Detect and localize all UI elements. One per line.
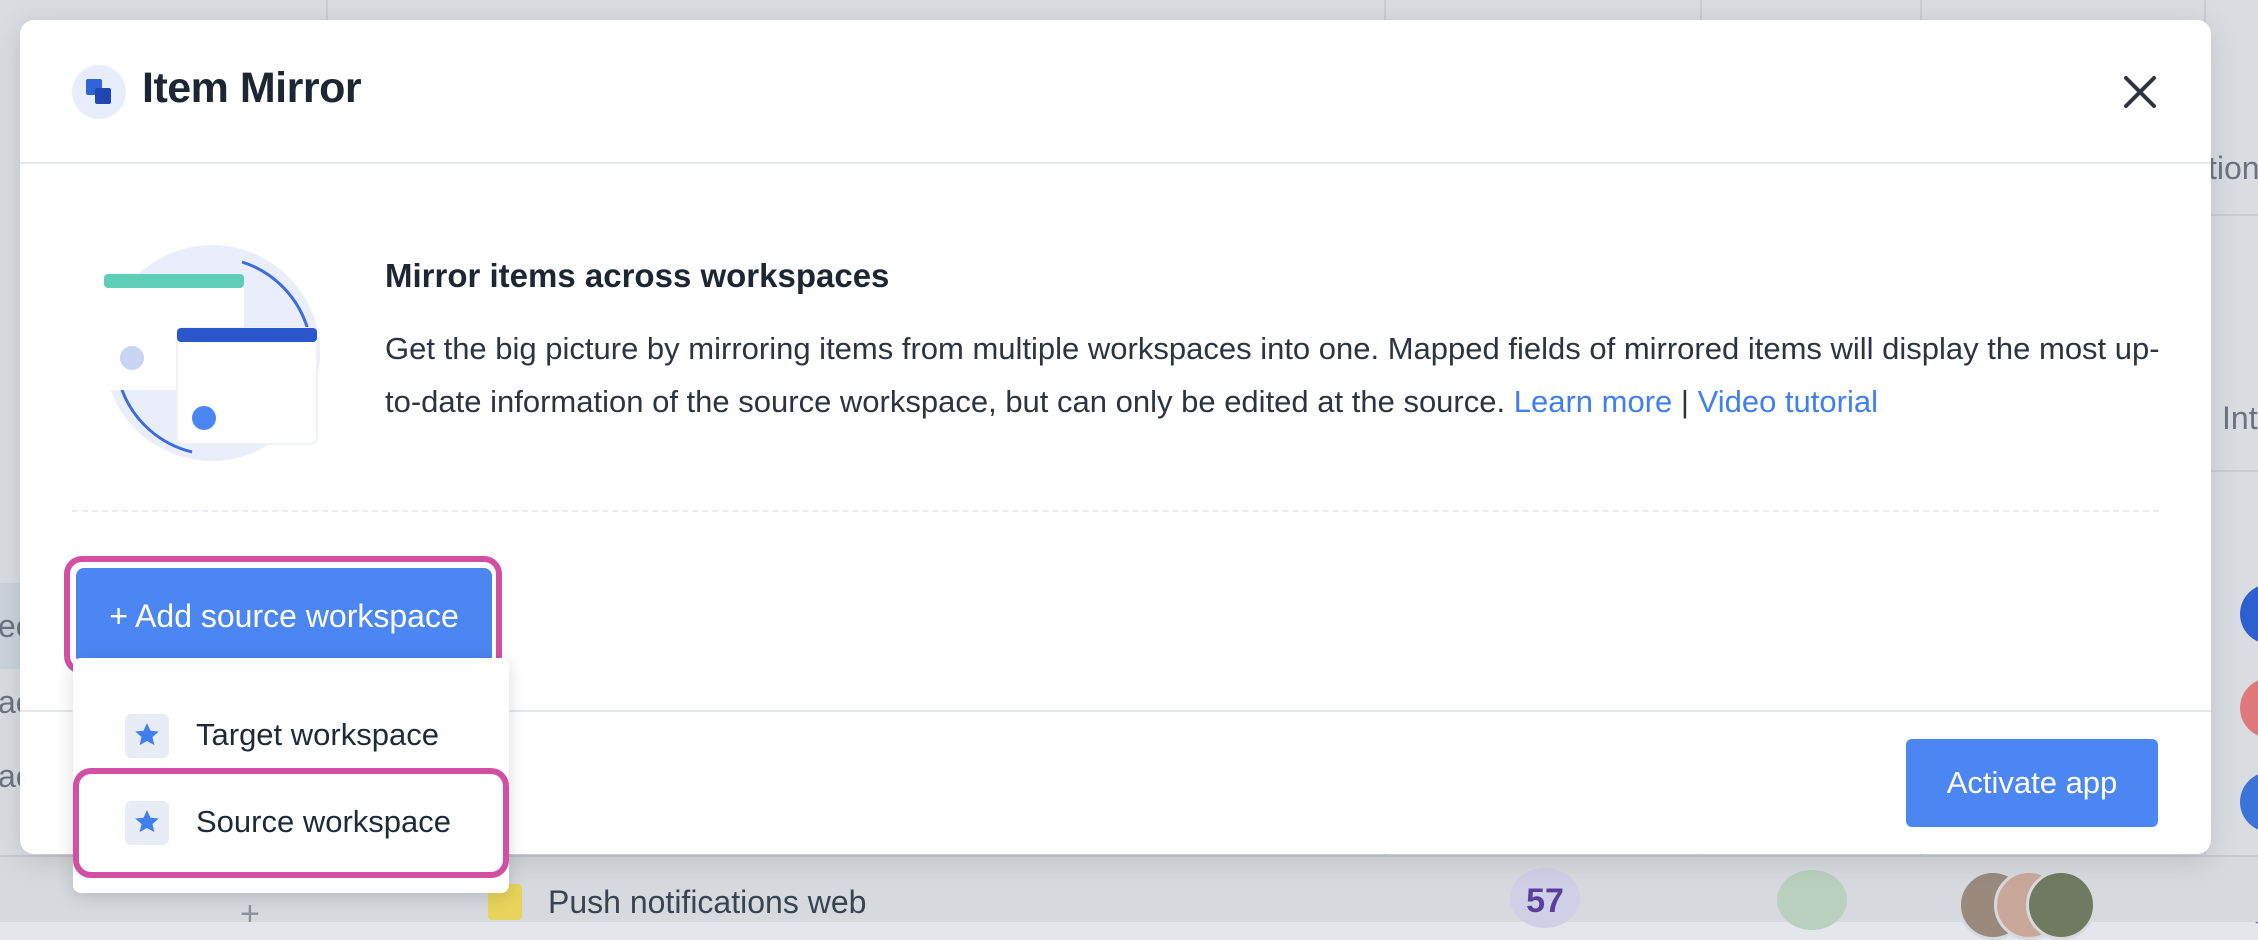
item-mirror-logo-icon <box>72 65 126 119</box>
section-divider <box>72 510 2159 512</box>
learn-more-link[interactable]: Learn more <box>1514 384 1673 419</box>
bg-header-text: tion <box>2208 150 2258 186</box>
dropdown-item-source-workspace[interactable]: Source workspace <box>73 781 509 865</box>
mirror-illustration-icon <box>104 245 320 461</box>
workspace-dropdown-menu: Target workspace Source workspace <box>73 658 509 893</box>
modal-title: Item Mirror <box>142 64 362 112</box>
intro-heading: Mirror items across workspaces <box>385 257 890 294</box>
bg-row-label: Push notifications web <box>548 884 867 920</box>
intro-description: Get the big picture by mirroring items f… <box>385 322 2185 428</box>
video-tutorial-link[interactable]: Video tutorial <box>1698 384 1878 419</box>
bg-globe-icon <box>1777 870 1847 930</box>
bg-status-circle <box>2240 678 2258 738</box>
activate-app-button[interactable]: Activate app <box>1906 739 2158 827</box>
star-icon <box>125 714 169 758</box>
bg-status-circle <box>2240 772 2258 832</box>
dropdown-item-target-workspace[interactable]: Target workspace <box>73 694 509 778</box>
bg-row-divider <box>2210 214 2258 216</box>
close-icon[interactable] <box>2120 72 2160 112</box>
star-icon <box>125 801 169 845</box>
link-separator: | <box>1680 384 1689 419</box>
bg-status-circle <box>2240 584 2258 644</box>
dropdown-item-label: Source workspace <box>196 804 452 839</box>
add-source-workspace-button[interactable]: + Add source workspace <box>76 568 492 664</box>
modal-header: Item Mirror <box>20 20 2211 164</box>
intro-description-text: Get the big picture by mirroring items f… <box>385 331 2160 419</box>
bg-count-badge: 57 <box>1510 868 1580 928</box>
bg-row-divider <box>2210 470 2258 472</box>
bg-plus-icon: + <box>240 895 260 933</box>
bg-avatar <box>2026 870 2096 940</box>
dropdown-item-label: Target workspace <box>196 717 439 752</box>
bg-header-text: Int <box>2222 400 2258 436</box>
